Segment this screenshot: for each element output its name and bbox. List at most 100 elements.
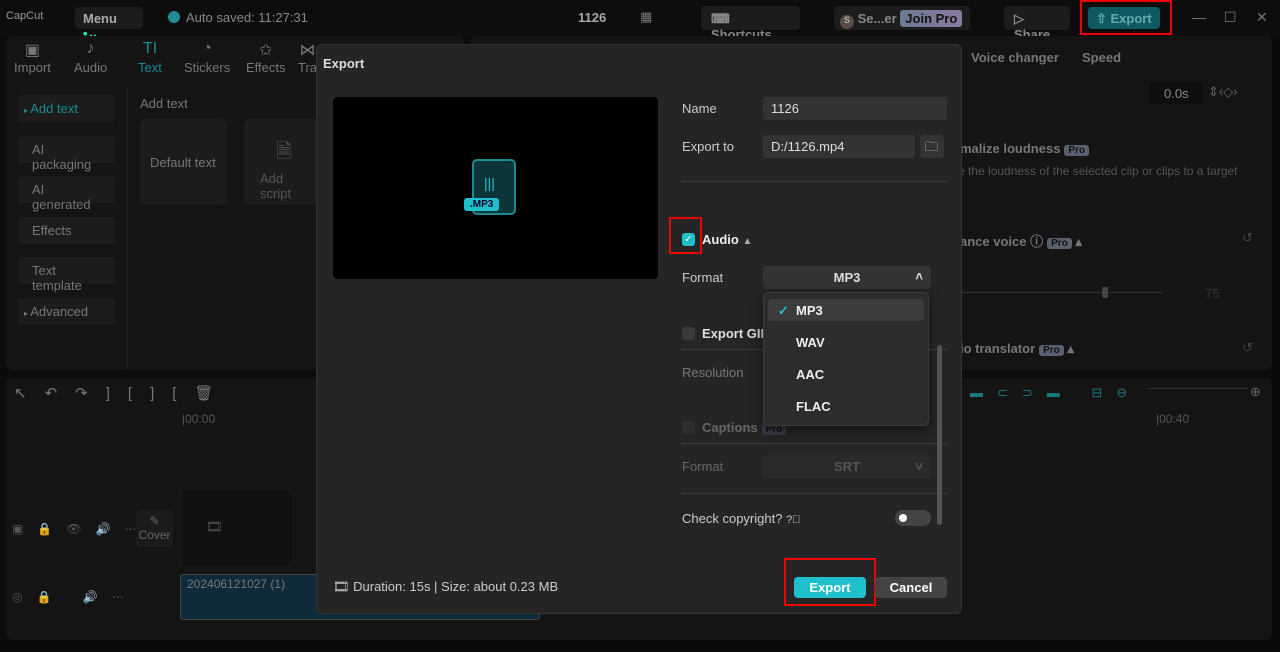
slider-handle[interactable] [1102, 287, 1108, 298]
captions-format-select[interactable]: SRT ˅ [763, 455, 931, 478]
sidebar-item-text-template[interactable]: Text template [18, 257, 115, 293]
name-input[interactable]: 1126 [763, 97, 947, 120]
highlight-box [669, 217, 702, 254]
tab-effects[interactable]: ✩ Effects [246, 40, 286, 75]
sidebar-item-label: Advanced [30, 303, 89, 319]
sidebar-item-ai-packaging[interactable]: AI packaging [18, 135, 115, 172]
film-icon: 🎞 [333, 579, 354, 594]
share-button[interactable]: ▷ Share [1004, 6, 1070, 42]
default-text-card[interactable]: Default text [140, 119, 227, 205]
audio-label: Audio [702, 232, 739, 247]
select-icon[interactable]: ↖ [14, 385, 45, 402]
captions-checkbox[interactable] [682, 421, 695, 434]
help-icon[interactable]: ?⃝ [786, 514, 800, 526]
shortcuts-button[interactable]: ⌨ Shortcuts [701, 6, 800, 42]
audio-section-title[interactable]: Audio ▲ [702, 232, 752, 247]
zoom-in-icon[interactable]: ⊕ [1250, 384, 1261, 400]
cancel-button[interactable]: Cancel [875, 577, 947, 598]
split-icon[interactable]: ][ [106, 385, 150, 402]
audio-icon: ♪ [86, 40, 95, 57]
export-gif-checkbox[interactable] [682, 327, 695, 340]
sidebar-item-advanced[interactable]: ▸ Advanced [18, 297, 115, 325]
keyboard-icon: ⌨ [711, 11, 730, 26]
format-option-aac[interactable]: AAC [768, 363, 924, 385]
tab-label: Text [138, 60, 162, 75]
add-script-card[interactable]: 🗎 Add script [244, 119, 324, 205]
text-icon: TI [142, 40, 158, 57]
audio-translator-title: io translator Pro ▴ [960, 341, 1074, 356]
tab-audio[interactable]: ♪ Audio [74, 40, 107, 75]
name-label: Name [682, 101, 717, 116]
option-label: FLAC [796, 399, 831, 414]
export-summary: 🎞 Duration: 15s | Size: about 0.23 MB [333, 579, 558, 595]
captions-format-value: SRT [834, 459, 860, 474]
tab-speed[interactable]: Speed [1082, 50, 1121, 65]
delete-icon[interactable]: 🗑 [194, 385, 231, 402]
normalize-loudness-title: malize loudness Pro [960, 141, 1090, 156]
video-track[interactable]: 🎞 [182, 491, 292, 565]
pro-badge: Pro [1047, 238, 1072, 249]
divider [681, 493, 947, 494]
highlight-box [1080, 0, 1172, 35]
redo-icon[interactable]: ↷ [75, 385, 106, 402]
chevron-up-icon: ˄ [915, 269, 923, 284]
sidebar-item-ai-generated[interactable]: AI generated [18, 176, 115, 212]
close-icon[interactable]: ✕ [1256, 9, 1268, 26]
edit-icon: ✎ [149, 514, 160, 528]
sidebar-item-label: AI generated [32, 182, 91, 212]
format-option-wav[interactable]: WAV [768, 331, 924, 353]
time-input[interactable]: 0.0s [1150, 82, 1202, 104]
trim-left-icon[interactable]: ][ [150, 385, 194, 402]
join-pro-badge[interactable]: Join Pro [900, 10, 963, 27]
capcut-logo: CapCut [6, 10, 44, 22]
pro-badge: Pro [1039, 345, 1064, 356]
translator-label: io translator [960, 341, 1036, 356]
share-icon: ▷ [1014, 11, 1024, 26]
pro-badge: Pro [1064, 145, 1090, 156]
keyframe-icon[interactable]: ⇕‹◇› [1208, 84, 1238, 100]
script-icon: 🗎 [276, 141, 293, 163]
sidebar-item-effects[interactable]: Effects [18, 216, 115, 244]
video-track-controls[interactable]: ▣🔒👁🔊⋯ [12, 522, 150, 536]
enhance-slider[interactable] [962, 292, 1162, 293]
film-icon: 🎞 [206, 519, 223, 534]
sidebar-item-label: Add text [30, 101, 78, 116]
tab-stickers[interactable]: ◔ Stickers [184, 40, 230, 75]
user-button[interactable]: S Se...er Join Pro [834, 6, 970, 30]
format-option-mp3[interactable]: ✓ MP3 [768, 299, 924, 321]
option-label: MP3 [796, 303, 823, 318]
sidebar-item-add-text[interactable]: ▸ Add text [18, 95, 115, 122]
reset-icon[interactable]: ↺ [1242, 340, 1253, 356]
sidebar-item-label: AI packaging [32, 141, 92, 172]
export-path-input[interactable]: D:/1126.mp4 [763, 135, 915, 158]
zoom-slider[interactable] [1148, 388, 1248, 389]
reset-icon[interactable]: ↺ [1242, 230, 1253, 246]
tab-voice-changer[interactable]: Voice changer [971, 50, 1059, 65]
auto-saved-status: Auto saved: 11:27:31 [168, 10, 308, 25]
folder-icon[interactable]: 🗀 [920, 135, 944, 158]
format-select[interactable]: MP3 ˄ [763, 266, 931, 289]
enhance-value[interactable]: 75 [1205, 286, 1219, 301]
tab-text[interactable]: TI Text [138, 40, 162, 75]
audio-clip-name: 202406121027 (1) [187, 577, 286, 591]
tab-label: Import [14, 60, 51, 75]
timeline-tools[interactable]: ▬⊂⊃▬ ⊟⊖ [970, 385, 1141, 401]
copyright-toggle[interactable] [895, 510, 931, 526]
scrollbar[interactable] [937, 345, 942, 525]
undo-icon[interactable]: ↶ [45, 385, 76, 402]
captions-label: Captions [702, 420, 758, 435]
minimize-icon[interactable]: — [1192, 9, 1206, 25]
export-dialog: Export ||| .MP3 Name 1126 Export to D:/1… [316, 44, 962, 614]
tab-import[interactable]: ▣ Import [14, 40, 51, 75]
audio-track-controls[interactable]: ◎🔒 🔊⋯ [12, 590, 138, 604]
cover-button[interactable]: ✎ Cover [136, 510, 173, 547]
tab-label: Audio [74, 60, 108, 75]
format-option-flac[interactable]: FLAC [768, 395, 924, 417]
layout-icon[interactable]: ▦ [640, 9, 652, 25]
maximize-icon[interactable]: ☐ [1224, 9, 1237, 26]
tab-tra[interactable]: ⋈ Tra [298, 40, 317, 75]
menu-button[interactable]: Menu •⌄ [75, 7, 143, 41]
default-text-label: Default text [150, 155, 216, 170]
add-script-label: Add script [260, 171, 292, 201]
sidebar-item-label: Text template [32, 263, 82, 293]
